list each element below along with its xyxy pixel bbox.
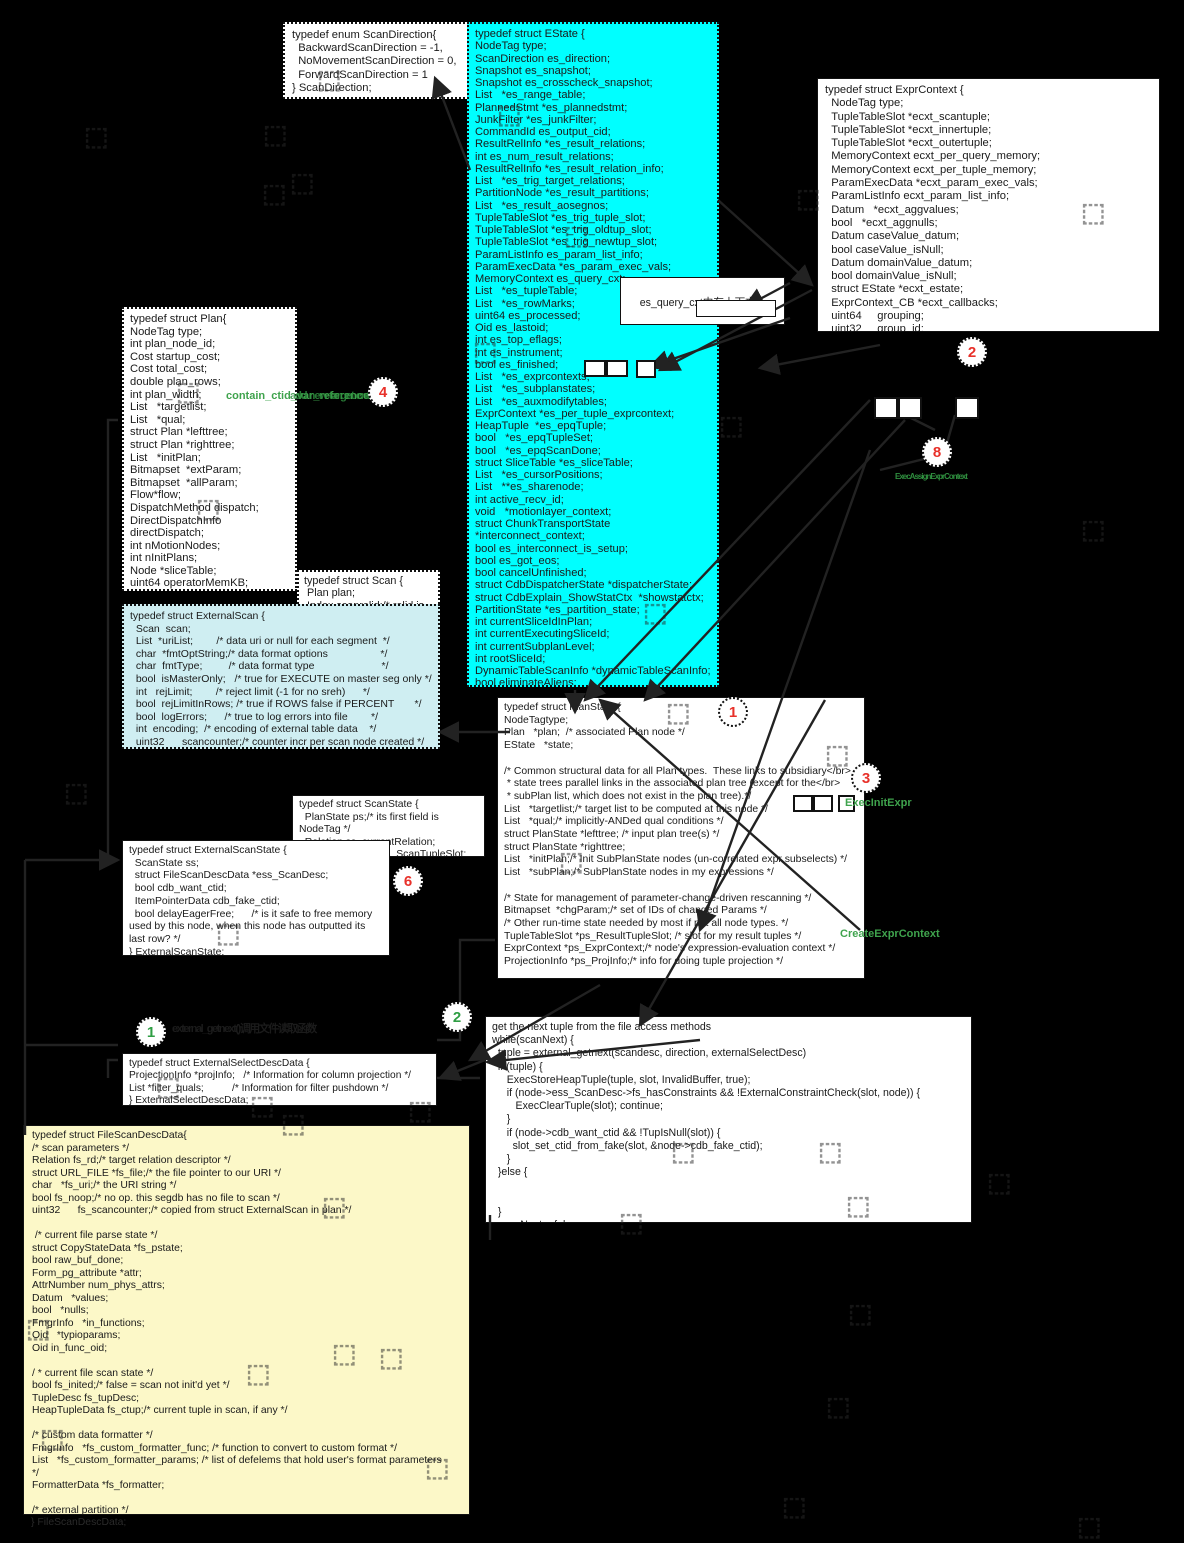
watermark-glyph: ⬚ [497, 100, 522, 129]
watermark-glyph: ⬚ [619, 1208, 644, 1237]
watermark-glyph: ⬚ [84, 122, 109, 151]
tuple-slot-8 [813, 795, 833, 812]
watermark-glyph: ⬚ [796, 184, 821, 213]
marker-4: 4 [368, 377, 398, 407]
watermark-glyph: ⬚ [818, 1137, 843, 1166]
tuple-slot-4 [874, 397, 898, 419]
struct-box-filescandescdata-tail: } FileScanDescData; [31, 1517, 127, 1528]
watermark-glyph: ⬚ [666, 698, 691, 727]
memory-chunk-slot [696, 300, 776, 317]
marker-2-upper: 2 [957, 337, 987, 367]
watermark-glyph: ⬚ [156, 1072, 181, 1101]
watermark-glyph: ⬚ [379, 1343, 404, 1372]
marker-1-planstate: 1 [718, 697, 748, 727]
watermark-glyph: ⬚ [1081, 198, 1106, 227]
struct-box-exprcontext: typedef struct ExprContext { NodeTag typ… [817, 78, 1160, 332]
annotation-execassignexprcontext: ExecAssignExprContext [895, 472, 968, 481]
tuple-slot-5 [898, 397, 922, 419]
struct-box-scandirection: typedef enum ScanDirection{ BackwardScan… [283, 22, 473, 99]
code-box-external-getnext: get the next tuple from the file access … [485, 1016, 972, 1223]
watermark-glyph: ⬚ [290, 168, 315, 197]
watermark-glyph: ⬚ [1077, 1512, 1102, 1541]
annotation-execinitexpr: ExecInitExpr [845, 797, 912, 809]
watermark-glyph: ⬚ [176, 377, 201, 406]
watermark-glyph: ⬚ [719, 411, 744, 440]
marker-1-getnext: 1 [136, 1017, 166, 1047]
diagram-canvas: ⬚ ⬚ ⬚ ⬚ ⬚ ⬚ ⬚ ⬚ ⬚ ⬚ ⬚ ⬚ ⬚ ⬚ ⬚ ⬚ ⬚ ⬚ ⬚ ⬚ ⬚ ⬚ ⬚ ⬚ ⬚ ⬚ ⬚ ⬚ ⬚ ⬚ ⬚ ⬚ ⬚ ⬚ ⬚ ⬚ ⬚ ⬚ ⬚ ⬚ [0, 0, 1184, 1543]
marker-8: 8 [922, 437, 952, 467]
struct-box-filescandescdata: typedef struct FileScanDescData{ /* scan… [23, 1125, 470, 1515]
watermark-glyph: ⬚ [196, 494, 221, 523]
watermark-glyph: ⬚ [987, 1168, 1012, 1197]
watermark-glyph: ⬚ [564, 221, 589, 250]
watermark-glyph: ⬚ [40, 1424, 65, 1453]
watermark-glyph: ⬚ [246, 1359, 271, 1388]
struct-box-externalscanstate: typedef struct ExternalScanState { ScanS… [122, 840, 390, 956]
annotation-plan-overlap: add new target entry [290, 390, 379, 402]
annotation-createexprcontext: CreateExprContext [840, 928, 940, 940]
tuple-slot-2 [606, 360, 628, 377]
marker-6: 6 [393, 866, 423, 896]
watermark-glyph: ⬚ [473, 337, 498, 366]
watermark-glyph: ⬚ [262, 179, 287, 208]
watermark-glyph: ⬚ [825, 740, 850, 769]
watermark-glyph: ⬚ [782, 1492, 807, 1521]
struct-box-plan: typedef struct Plan{ NodeTag type; int p… [122, 307, 297, 591]
watermark-glyph: ⬚ [1081, 515, 1106, 544]
tuple-slot-1 [584, 360, 606, 377]
watermark-glyph: ⬚ [322, 1192, 347, 1221]
memory-context-box: es_query_cxt内存上下文 [620, 277, 785, 325]
watermark-glyph: ⬚ [26, 1314, 51, 1343]
watermark-glyph: ⬚ [671, 1137, 696, 1166]
watermark-glyph: ⬚ [643, 598, 668, 627]
watermark-glyph: ⬚ [332, 1339, 357, 1368]
tuple-slot-3 [636, 360, 656, 378]
watermark-glyph: ⬚ [64, 778, 89, 807]
watermark-glyph: ⬚ [216, 919, 241, 948]
watermark-glyph: ⬚ [559, 847, 584, 876]
watermark-glyph: ⬚ [263, 120, 288, 149]
watermark-glyph: ⬚ [846, 1191, 871, 1220]
watermark-glyph: ⬚ [408, 1096, 433, 1125]
watermark-glyph: ⬚ [250, 1091, 275, 1120]
tuple-slot-6 [955, 397, 979, 419]
marker-2-lower: 2 [442, 1002, 472, 1032]
tuple-slot-7 [793, 795, 813, 812]
marker-3: 3 [851, 763, 881, 793]
watermark-glyph: ⬚ [281, 1109, 306, 1138]
annotation-external-getnext: external_getnext()调用文件读取函数 [172, 1023, 317, 1035]
struct-box-planstate: typedef struct PlanState { NodeTagtype; … [497, 697, 865, 979]
watermark-glyph: ⬚ [826, 1392, 851, 1421]
watermark-glyph: ⬚ [317, 65, 342, 94]
watermark-glyph: ⬚ [425, 1453, 450, 1482]
struct-box-externalscan: typedef struct ExternalScan { Scan scan;… [122, 604, 440, 749]
watermark-glyph: ⬚ [848, 1299, 873, 1328]
